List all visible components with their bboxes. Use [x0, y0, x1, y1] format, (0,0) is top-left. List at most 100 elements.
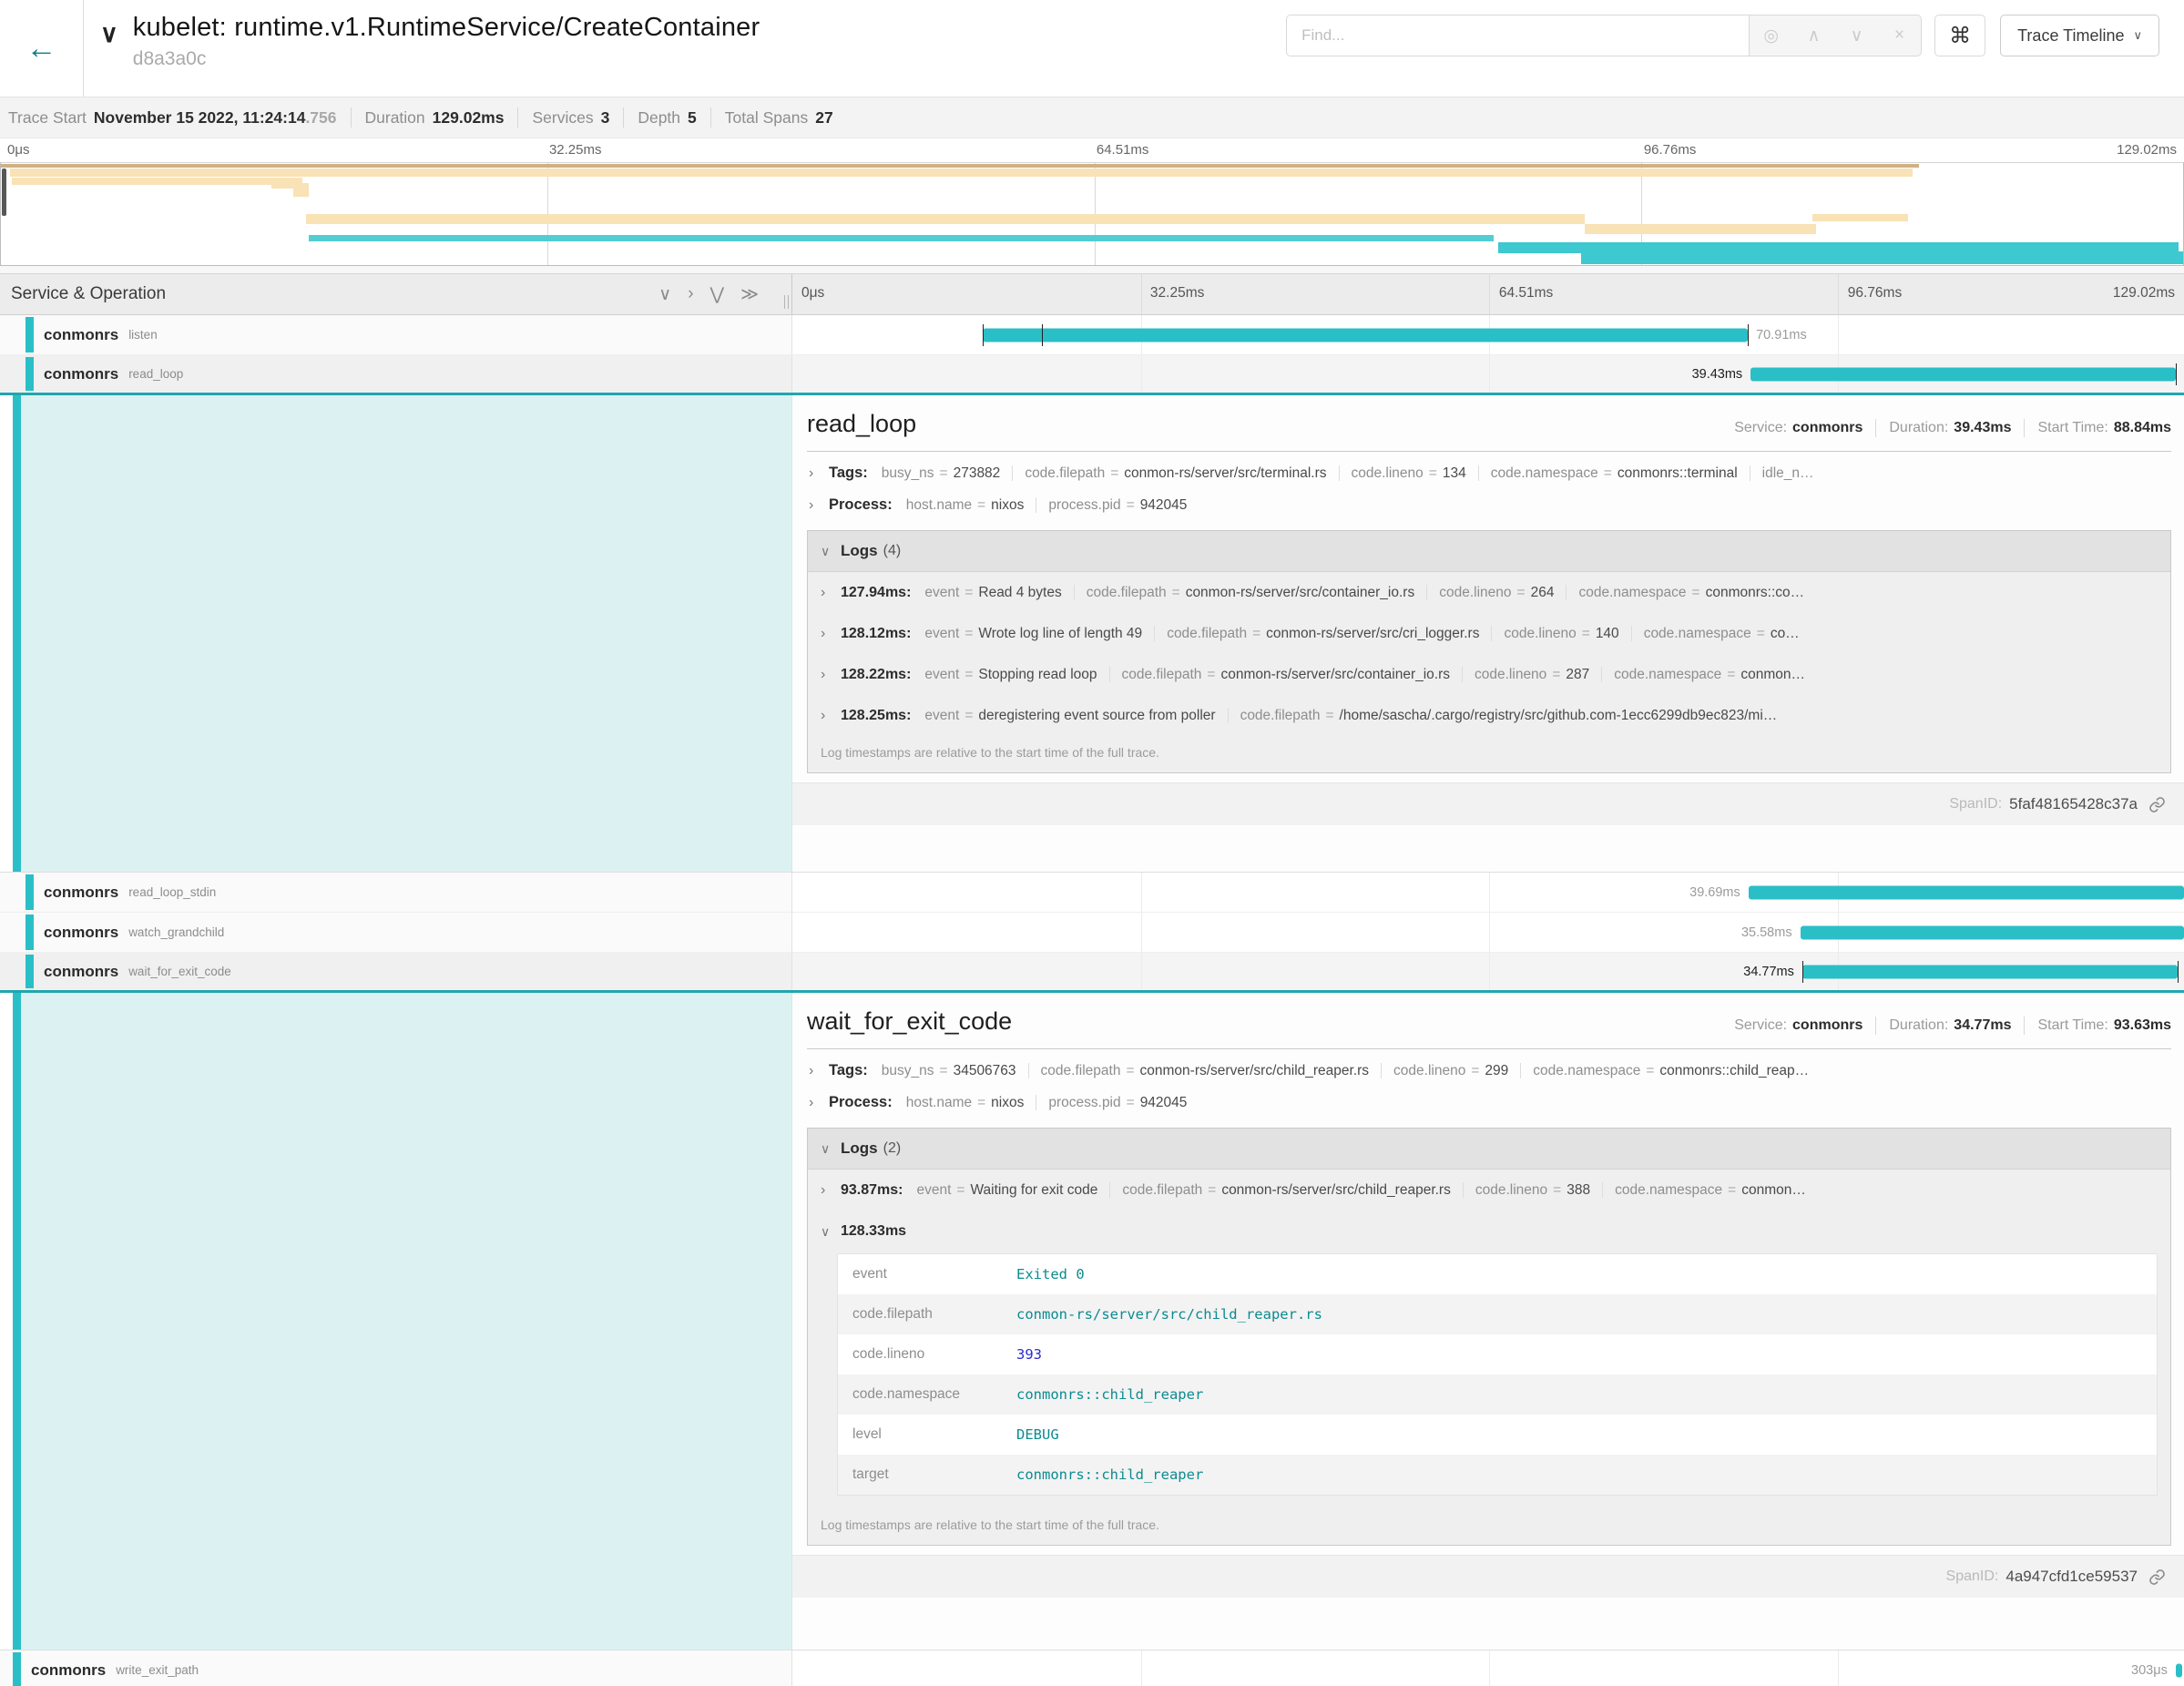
- span-timeline-cell[interactable]: 70.91ms: [792, 315, 2184, 354]
- divider: [1875, 419, 1876, 437]
- span-name-cell[interactable]: conmonrs read_loop_stdin: [0, 873, 792, 912]
- span-timeline-cell[interactable]: 303μs: [792, 1650, 2184, 1686]
- minimap-drag-handle[interactable]: [2, 169, 6, 216]
- keyboard-shortcuts-button[interactable]: ⌘: [1934, 15, 1985, 56]
- operation-name: wait_for_exit_code: [128, 965, 231, 978]
- divider: [1875, 1017, 1876, 1035]
- span-bar[interactable]: [1750, 367, 2176, 381]
- span-bar[interactable]: [983, 328, 1748, 342]
- find-button-group: ◎ ∧ ∨ ×: [1749, 15, 1922, 56]
- log-entry-expanded[interactable]: ∨ 128.33ms: [808, 1211, 2170, 1252]
- kv-pair: busy_ns=273882: [879, 465, 1014, 481]
- divider: [517, 107, 518, 128]
- span-name-cell[interactable]: conmonrs wait_for_exit_code: [0, 953, 792, 990]
- chevron-down-icon: ∨: [821, 1224, 832, 1240]
- span-row-wait-for-exit-code[interactable]: conmonrs wait_for_exit_code 34.77ms: [0, 953, 2184, 993]
- ruler-tick: 64.51ms: [1097, 142, 1149, 158]
- span-bar[interactable]: [1802, 965, 2178, 978]
- chevron-right-icon[interactable]: ›: [809, 1063, 820, 1079]
- span-bar[interactable]: [1749, 885, 2184, 899]
- process-row[interactable]: › Process: host.name=nixosprocess.pid=94…: [807, 1085, 2171, 1117]
- span-name-cell[interactable]: conmonrs write_exit_path: [0, 1650, 792, 1686]
- span-row-listen[interactable]: conmonrs listen 70.91ms: [0, 315, 2184, 355]
- log-entry[interactable]: › 128.12ms: event=Wrote log line of leng…: [808, 613, 2170, 654]
- operation-name: read_loop_stdin: [128, 885, 216, 899]
- span-timeline-cell[interactable]: 35.58ms: [792, 913, 2184, 952]
- span-row-watch-grandchild[interactable]: conmonrs watch_grandchild 35.58ms: [0, 913, 2184, 953]
- span-timeline-cell[interactable]: 34.77ms: [792, 953, 2184, 990]
- logs-header[interactable]: ∨ Logs (2): [808, 1129, 2170, 1170]
- find-input[interactable]: [1286, 15, 1749, 56]
- span-id-row: SpanID: 5faf48165428c37a: [792, 782, 2184, 825]
- span-duration-label: 303μs: [2131, 1663, 2168, 1678]
- chevron-down-icon[interactable]: ∨: [100, 20, 118, 97]
- kv-pair: event=Stopping read loop: [922, 667, 1109, 682]
- kv-pair: code.lineno=388: [1464, 1182, 1603, 1198]
- chevron-right-icon[interactable]: ›: [809, 465, 820, 482]
- expand-all-icon[interactable]: ≫: [740, 284, 759, 305]
- divider: [2024, 419, 2025, 437]
- minimap-span: [1812, 214, 1908, 221]
- kv-pair: code.lineno=140: [1492, 626, 1631, 641]
- log-entry[interactable]: › 128.25ms: event=deregistering event so…: [808, 695, 2170, 736]
- log-entry[interactable]: › 127.94ms: event=Read 4 bytescode.filep…: [808, 572, 2170, 613]
- process-row[interactable]: › Process: host.name=nixosprocess.pid=94…: [807, 487, 2171, 519]
- find-next-icon[interactable]: ∨: [1835, 26, 1878, 46]
- field-value: DEBUG: [1016, 1426, 1059, 1443]
- log-entry[interactable]: › 93.87ms: event=Waiting for exit codeco…: [808, 1170, 2170, 1211]
- span-timeline-cell[interactable]: 39.43ms: [792, 355, 2184, 393]
- span-timeline-cell[interactable]: 39.69ms: [792, 873, 2184, 912]
- log-entry[interactable]: › 128.22ms: event=Stopping read loopcode…: [808, 654, 2170, 695]
- detail-left-gutter: [0, 993, 792, 1650]
- tags-row[interactable]: › Tags: busy_ns=34506763code.filepath=co…: [807, 1053, 2171, 1085]
- back-arrow-icon[interactable]: ←: [26, 31, 57, 66]
- kv-pair: code.namespace=conmonrs::co…: [1567, 585, 1816, 600]
- view-selector-button[interactable]: Trace Timeline ∨: [2000, 15, 2159, 56]
- spacer: [0, 266, 2184, 273]
- span-row-write-exit-path[interactable]: conmonrs write_exit_path 303μs: [0, 1650, 2184, 1686]
- chevron-right-icon: ›: [821, 708, 832, 724]
- span-bar[interactable]: [1801, 925, 2184, 939]
- span-detail-row-read-loop: read_loop Service:conmonrs Duration:39.4…: [0, 395, 2184, 873]
- find-scope-icon[interactable]: ◎: [1750, 26, 1792, 46]
- tags-row[interactable]: › Tags: busy_ns=273882code.filepath=conm…: [807, 455, 2171, 487]
- detail-left-gutter: [0, 395, 792, 872]
- kv-pair: event=Wrote log line of length 49: [922, 626, 1155, 641]
- column-resize-grip[interactable]: [784, 295, 789, 309]
- span-bar-tick: [1042, 324, 1043, 346]
- logs-header[interactable]: ∨ Logs (4): [808, 531, 2170, 572]
- span-bar[interactable]: [2176, 1663, 2183, 1677]
- collapse-one-icon[interactable]: ∨: [658, 284, 671, 305]
- page-title: kubelet: runtime.v1.RuntimeService/Creat…: [133, 13, 760, 43]
- ruler-tick: 32.25ms: [1150, 285, 1204, 301]
- minimap-span: [12, 178, 302, 185]
- expand-one-icon[interactable]: ›: [688, 284, 693, 305]
- field-key: code.filepath: [838, 1306, 1016, 1323]
- chevron-down-icon: ∨: [2133, 28, 2142, 43]
- ruler-tick: 96.76ms: [1848, 285, 1902, 301]
- span-duration-label: 70.91ms: [1756, 328, 1807, 342]
- operation-name: write_exit_path: [116, 1663, 199, 1677]
- back-button[interactable]: ←: [0, 0, 84, 97]
- span-row-read-loop[interactable]: conmonrs read_loop 39.43ms: [0, 355, 2184, 395]
- span-name-cell[interactable]: conmonrs listen: [0, 315, 792, 354]
- log-fields: event=Read 4 bytescode.filepath=conmon-r…: [922, 585, 2161, 601]
- ruler-tick: 64.51ms: [1499, 285, 1553, 301]
- span-name-cell[interactable]: conmonrs watch_grandchild: [0, 913, 792, 952]
- span-row-read-loop-stdin[interactable]: conmonrs read_loop_stdin 39.69ms: [0, 873, 2184, 913]
- find-prev-icon[interactable]: ∧: [1792, 26, 1835, 46]
- service-color-accent: [26, 955, 34, 988]
- copy-link-icon[interactable]: [2148, 1568, 2166, 1586]
- page-header: ← ∨ kubelet: runtime.v1.RuntimeService/C…: [0, 0, 2184, 97]
- span-name-cell[interactable]: conmonrs read_loop: [0, 355, 792, 393]
- chevron-right-icon: ›: [821, 1182, 832, 1199]
- collapse-all-icon[interactable]: ⋁: [710, 284, 725, 305]
- chevron-right-icon[interactable]: ›: [809, 1095, 820, 1111]
- span-meta: Service:conmonrs Duration:39.43ms Start …: [1734, 419, 2171, 437]
- find-clear-icon[interactable]: ×: [1878, 26, 1921, 46]
- chevron-right-icon[interactable]: ›: [809, 497, 820, 514]
- copy-link-icon[interactable]: [2148, 796, 2166, 813]
- trace-timeline-page: ← ∨ kubelet: runtime.v1.RuntimeService/C…: [0, 0, 2184, 1686]
- trace-minimap[interactable]: [0, 162, 2184, 266]
- field-value: 393: [1016, 1346, 1042, 1363]
